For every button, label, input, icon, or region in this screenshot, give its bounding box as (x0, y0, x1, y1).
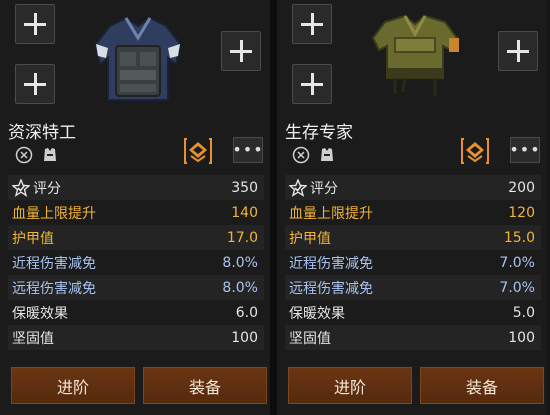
stat-value: 17.0 (226, 229, 258, 246)
equip-button-label: 装备 (188, 377, 221, 397)
equip-button-label: 装备 (465, 377, 498, 397)
stat-value: 5.0 (512, 304, 535, 321)
stat-row: 评分 350 (8, 175, 264, 200)
star-check-icon (12, 178, 30, 197)
stat-value: 350 (231, 179, 258, 196)
stat-row: 护甲值 15.0 (285, 225, 541, 250)
stat-value: 8.0% (222, 279, 258, 296)
stat-row: 远程伤害减免 7.0% (285, 275, 541, 300)
stat-value: 140 (231, 204, 258, 221)
equip-button[interactable]: 装备 (143, 367, 267, 404)
stat-row: 坚固值 100 (285, 325, 541, 350)
stat-row: 保暖效果 6.0 (8, 300, 264, 325)
stat-label: 评分 (310, 180, 338, 197)
stat-value: 100 (231, 329, 258, 346)
advance-button-label: 进阶 (56, 377, 89, 397)
advance-button[interactable]: 进阶 (288, 367, 412, 404)
vest-type-icon (44, 148, 56, 161)
stat-value: 100 (508, 329, 535, 346)
item-name: 资深特工 (8, 123, 76, 143)
stat-row: 护甲值 17.0 (8, 225, 264, 250)
stat-label: 血量上限提升 (12, 205, 96, 222)
stat-label: 护甲值 (12, 230, 54, 247)
stat-row: 远程伤害减免 8.0% (8, 275, 264, 300)
stat-value: 200 (508, 179, 535, 196)
add-slot-button[interactable] (292, 64, 332, 104)
stat-label: 远程伤害减免 (289, 280, 373, 297)
more-options-label: ••• (509, 140, 541, 159)
armor-card-agent: 资深特工 ••• 评分 350 血量上限提升 140 护甲值 17.0 近程伤害… (0, 0, 270, 415)
stat-row: 血量上限提升 140 (8, 200, 264, 225)
tactical-vest-icon (94, 16, 182, 101)
stat-value: 120 (508, 204, 535, 221)
vest-type-icon (321, 148, 333, 161)
rank-badge-icon (461, 138, 489, 164)
stat-label: 评分 (33, 180, 61, 197)
stat-value: 15.0 (503, 229, 535, 246)
add-slot-button[interactable] (15, 4, 55, 44)
survival-vest-icon (371, 14, 459, 96)
stat-value: 7.0% (499, 254, 535, 271)
stat-label: 保暖效果 (12, 305, 68, 322)
stat-row: 保暖效果 5.0 (285, 300, 541, 325)
equip-button[interactable]: 装备 (420, 367, 544, 404)
add-slot-button[interactable] (221, 31, 261, 71)
stat-label: 远程伤害减免 (12, 280, 96, 297)
stat-label: 近程伤害减免 (289, 255, 373, 272)
stat-label: 保暖效果 (289, 305, 345, 322)
more-options-button[interactable]: ••• (232, 137, 264, 163)
stat-row: 近程伤害减免 8.0% (8, 250, 264, 275)
add-slot-button[interactable] (15, 64, 55, 104)
item-name: 生存专家 (285, 123, 353, 143)
more-options-button[interactable]: ••• (509, 137, 541, 163)
star-check-icon (289, 178, 307, 197)
stats-list: 评分 350 血量上限提升 140 护甲值 17.0 近程伤害减免 8.0% 远… (8, 175, 264, 350)
stat-label: 坚固值 (289, 330, 331, 347)
stat-value: 7.0% (499, 279, 535, 296)
stat-label: 护甲值 (289, 230, 331, 247)
stat-label: 近程伤害减免 (12, 255, 96, 272)
card-divider (270, 0, 277, 415)
stat-row: 血量上限提升 120 (285, 200, 541, 225)
stat-row: 近程伤害减免 7.0% (285, 250, 541, 275)
stat-value: 6.0 (235, 304, 258, 321)
add-slot-button[interactable] (498, 31, 538, 71)
add-slot-button[interactable] (292, 4, 332, 44)
stat-row: 评分 200 (285, 175, 541, 200)
stat-row: 坚固值 100 (8, 325, 264, 350)
advance-button-label: 进阶 (333, 377, 366, 397)
stats-list: 评分 200 血量上限提升 120 护甲值 15.0 近程伤害减免 7.0% 远… (285, 175, 541, 350)
armor-card-survivalist: 生存专家 ••• 评分 200 血量上限提升 120 护甲值 15.0 近程伤害… (277, 0, 547, 415)
durability-icon (15, 146, 33, 164)
rank-badge-icon (184, 138, 212, 164)
stat-label: 坚固值 (12, 330, 54, 347)
stat-value: 8.0% (222, 254, 258, 271)
durability-icon (292, 146, 310, 164)
stat-label: 血量上限提升 (289, 205, 373, 222)
more-options-label: ••• (232, 140, 264, 159)
advance-button[interactable]: 进阶 (11, 367, 135, 404)
